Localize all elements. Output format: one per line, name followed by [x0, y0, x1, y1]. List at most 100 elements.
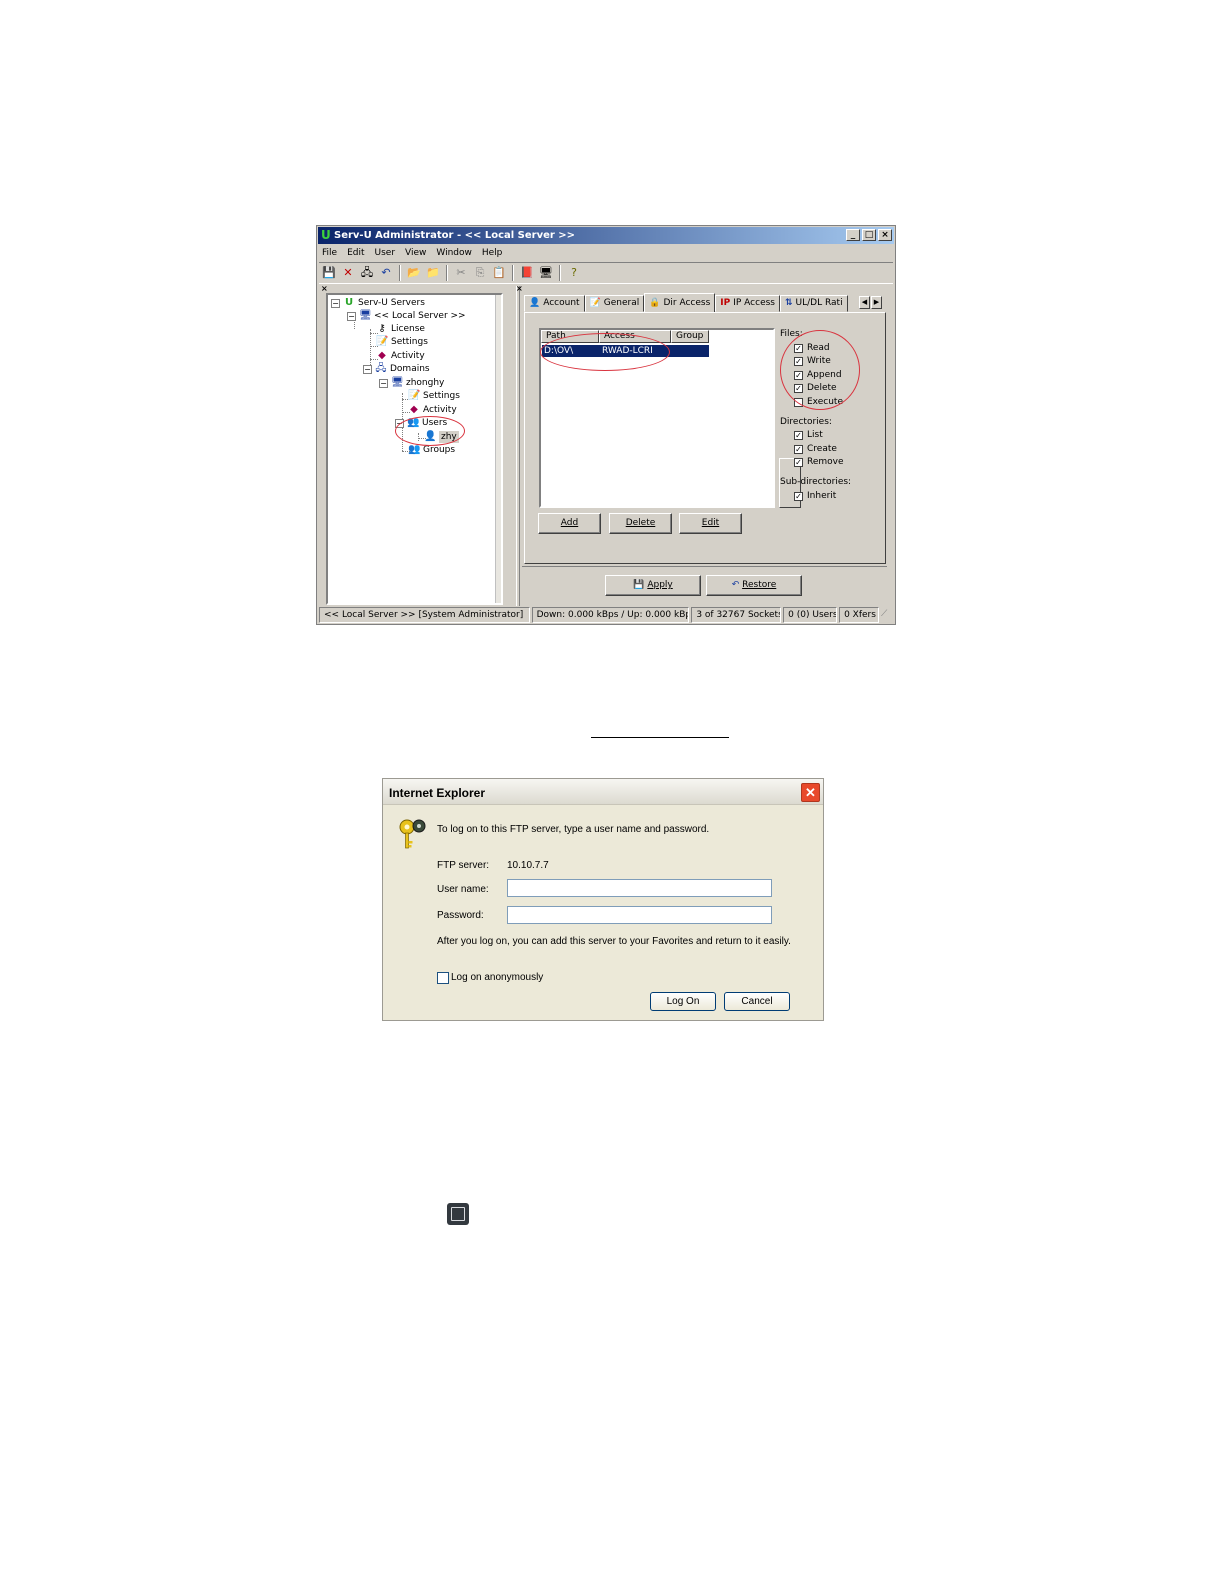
folder-icon[interactable]: 📁 [425, 265, 441, 281]
add-button[interactable]: Add [538, 513, 601, 534]
toolbar-separator [512, 265, 514, 281]
password-input[interactable] [507, 906, 772, 924]
groups-icon: 👥 [408, 444, 421, 455]
checkbox-list[interactable]: ✓ List [794, 430, 823, 441]
collapse-toggle[interactable]: − [331, 298, 340, 308]
computer-icon: 🖥 [359, 310, 372, 321]
menu-file[interactable]: File [322, 245, 337, 261]
tree-item-settings[interactable]: 📝 Settings [376, 336, 428, 348]
undo-icon[interactable]: ↶ [378, 265, 394, 281]
detail-pane-close-icon[interactable]: × [516, 284, 523, 293]
open-folder-icon[interactable]: 📂 [406, 265, 422, 281]
edit-button[interactable]: Edit [679, 513, 742, 534]
paste-icon[interactable]: 📋 [491, 265, 507, 281]
tree-scrollbar[interactable] [495, 295, 501, 603]
ie-message: To log on to this FTP server, type a use… [437, 824, 710, 835]
tree-item-domain-activity[interactable]: ◆ Activity [408, 404, 457, 416]
restore-button[interactable]: ↶ Restore [706, 575, 802, 596]
menu-user[interactable]: User [375, 245, 396, 261]
ip-icon: IP [720, 298, 731, 308]
servu-app-icon: U [321, 228, 331, 242]
tree-item-local-server[interactable]: − 🖥 << Local Server >> [347, 310, 466, 322]
ie-title-bar[interactable]: Internet Explorer ✕ [383, 779, 823, 805]
settings-icon: 📝 [376, 336, 389, 347]
settings-icon: 📝 [408, 390, 421, 401]
log-on-anonymously-checkbox[interactable] [437, 972, 449, 984]
delete-button[interactable]: Delete [609, 513, 672, 534]
log-on-anonymously-label[interactable]: Log on anonymously [451, 972, 543, 983]
server-icon[interactable]: 🖥 [538, 265, 554, 281]
tab-ul-dl-ratios[interactable]: ⇅ UL/DL Rati [780, 295, 848, 312]
ftp-server-label: FTP server: [437, 860, 490, 871]
close-button[interactable]: × [878, 229, 892, 241]
tree-item-domain[interactable]: − 🖥 zhonghy [379, 377, 444, 389]
cut-icon[interactable]: ✂ [453, 265, 469, 281]
tab-scroll-left-icon[interactable]: ◀ [859, 296, 870, 309]
key-icon: ⚷ [378, 323, 386, 334]
cancel-button[interactable]: Cancel [724, 992, 790, 1011]
user-name-input[interactable] [507, 879, 772, 897]
servu-title-bar[interactable]: U Serv-U Administrator - << Local Server… [318, 227, 894, 244]
tree-item-domain-settings[interactable]: 📝 Settings [408, 390, 460, 402]
save-icon[interactable]: 💾 [321, 265, 337, 281]
servu-window: U Serv-U Administrator - << Local Server… [316, 225, 896, 625]
status-bar: << Local Server >> [System Administrator… [319, 607, 893, 623]
apply-button[interactable]: 💾 Apply [605, 575, 701, 596]
pane-splitter[interactable] [516, 286, 520, 606]
menu-edit[interactable]: Edit [347, 245, 364, 261]
tab-scroll-right-icon[interactable]: ▶ [871, 296, 882, 309]
ie-title: Internet Explorer [389, 786, 486, 800]
servu-title: Serv-U Administrator - << Local Server >… [334, 230, 576, 241]
ftp-server-value: 10.10.7.7 [507, 860, 549, 871]
minimize-button[interactable]: _ [846, 229, 860, 241]
checkbox-remove-box: ✓ [794, 458, 803, 467]
checkbox-list-box: ✓ [794, 431, 803, 440]
collapse-toggle[interactable]: − [347, 311, 356, 321]
toolbar-separator [559, 265, 561, 281]
toolbar: 💾 ✕ 🖧 ↶ 📂 📁 ✂ ⎘ 📋 📕 🖥 ? [319, 262, 893, 284]
maximize-button[interactable]: □ [862, 229, 876, 241]
log-on-button[interactable]: Log On [650, 992, 716, 1011]
menu-help[interactable]: Help [482, 245, 503, 261]
toolbar-separator [399, 265, 401, 281]
menu-view[interactable]: View [405, 245, 426, 261]
collapse-toggle[interactable]: − [363, 364, 372, 374]
tree-item-domains[interactable]: − 🖧 Domains [363, 363, 430, 375]
book-icon[interactable]: 📕 [519, 265, 535, 281]
checkbox-inherit-box: ✓ [794, 492, 803, 501]
tab-dir-access[interactable]: 🔒 Dir Access [644, 293, 716, 312]
checkbox-inherit[interactable]: ✓ Inherit [794, 491, 836, 502]
tab-ip-access[interactable]: IP IP Access [715, 295, 780, 312]
disconnect-icon[interactable]: 🖧 [359, 265, 375, 281]
tab-account[interactable]: 👤 Account [524, 295, 585, 312]
tree-item-servers[interactable]: − U Serv-U Servers [331, 297, 425, 309]
copy-icon[interactable]: ⎘ [472, 265, 488, 281]
checkbox-remove[interactable]: ✓ Remove [794, 457, 844, 468]
password-label: Password: [437, 910, 484, 921]
column-group[interactable]: Group [671, 330, 709, 343]
status-sockets: 3 of 32767 Sockets [691, 607, 782, 623]
checkbox-create-box: ✓ [794, 445, 803, 454]
subdirectories-label: Sub-directories: [780, 477, 852, 487]
tree-pane-close-icon[interactable]: × [321, 284, 328, 293]
resize-grip-icon[interactable]: ⟋ [881, 607, 893, 621]
general-icon: 📝 [589, 298, 601, 308]
activity-icon: ◆ [378, 350, 386, 361]
lock-icon: 🔒 [649, 297, 661, 308]
status-speed: Down: 0.000 kBps / Up: 0.000 kBps [531, 607, 690, 623]
delete-icon[interactable]: ✕ [340, 265, 356, 281]
status-server: << Local Server >> [System Administrator… [319, 607, 530, 623]
status-xfers: 0 Xfers [839, 607, 880, 623]
collapse-toggle[interactable]: − [379, 378, 388, 388]
ie-close-button[interactable]: ✕ [801, 783, 820, 802]
menu-window[interactable]: Window [436, 245, 472, 261]
ratio-icon: ⇅ [785, 298, 793, 308]
domains-icon: 🖧 [375, 363, 387, 374]
tree-item-activity[interactable]: ◆ Activity [376, 350, 425, 362]
toolbar-separator [446, 265, 448, 281]
tree-item-license[interactable]: ⚷ License [376, 323, 425, 335]
help-icon[interactable]: ? [566, 265, 582, 281]
checkbox-create[interactable]: ✓ Create [794, 444, 837, 455]
row-group [672, 345, 708, 357]
tab-general[interactable]: 📝 General [584, 295, 645, 312]
